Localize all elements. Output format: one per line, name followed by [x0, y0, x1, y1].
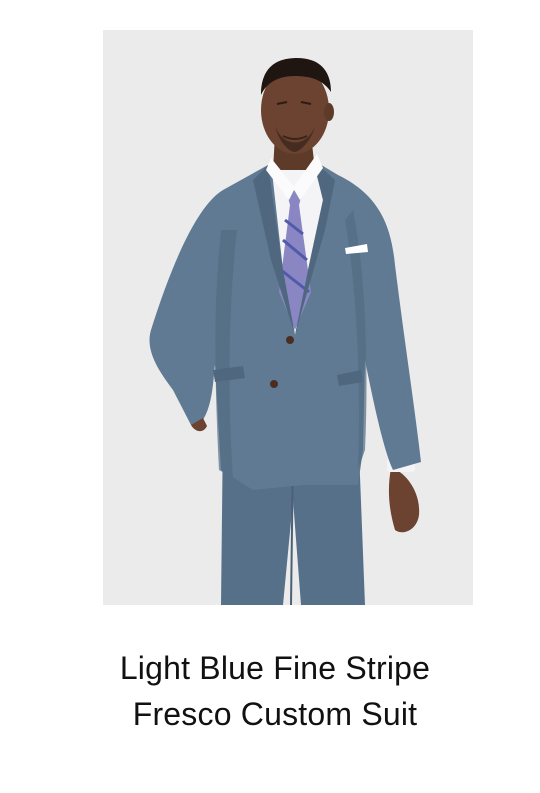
suit-model-illustration: [149, 58, 422, 605]
product-card[interactable]: Light Blue Fine Stripe Fresco Custom Sui…: [0, 0, 540, 793]
jacket-button: [286, 336, 294, 344]
product-title-line-1: Light Blue Fine Stripe: [119, 650, 431, 686]
product-title-line-2: Fresco Custom Suit: [132, 696, 418, 732]
product-title[interactable]: Light Blue Fine Stripe Fresco Custom Sui…: [40, 645, 510, 737]
product-image[interactable]: [103, 30, 473, 605]
right-hand: [388, 468, 420, 533]
jacket-button: [270, 380, 278, 388]
